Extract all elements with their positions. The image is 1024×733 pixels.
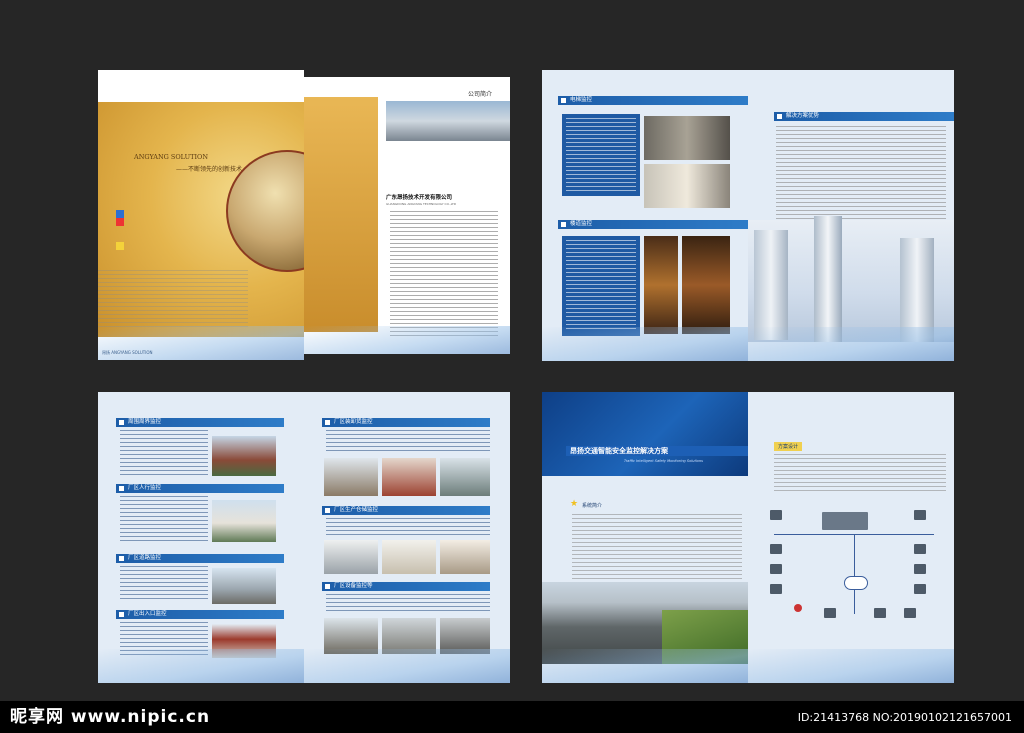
factory-right-page: 厂区装卸货监控 厂区生产仓储监控 厂区设备监控等 [304,392,510,683]
footer-wave [304,326,510,354]
footer-text: 昂扬 ANGYANG SOLUTION [102,350,153,355]
camera-node [770,564,782,574]
camera-node [914,544,926,554]
cover-left-page: ANGYANG SOLUTION ——不断领先的创新技术 昂扬 ANGYANG … [98,70,304,360]
company-name: 广东昂扬技术开发有限公司 [386,195,453,201]
perimeter-photo [212,436,276,476]
system-title: 系统简介 [582,503,603,509]
brand-en: ANGYANG SOLUTION [134,153,209,161]
watermark-id: ID:21413768 NO:20190102121657001 [797,711,1012,724]
elevator-text [566,118,636,192]
terminal-node [904,608,916,618]
tower-2 [814,216,842,342]
elevator-photo [644,116,730,160]
entrance-title: 厂区出入口监控 [116,610,284,619]
banner-subtitle: Traffic Intelligent Safety Monitoring So… [624,459,703,463]
road-photo [212,568,276,604]
footer-wave [98,649,304,683]
control-center [822,512,868,530]
traffic-right-page: 方案设计 [748,392,954,683]
vertical-line [854,534,855,614]
perimeter-text [120,430,208,476]
watermark-bar: 昵享网 www.nipic.cn ID:21413768 NO:20190102… [0,701,1024,733]
star-icon: ★ [570,499,579,509]
solution-section-title: 解决方案优势 [774,112,954,121]
camera-node [770,544,782,554]
loading-photo-2 [382,458,436,496]
banner-title: 昂扬交通智能安全监控解决方案 [566,446,748,456]
watermark-logo: 昵享网 www.nipic.cn [10,707,211,727]
factory-left-page: 周围周界监控 厂区人行监控 厂区道路监控 厂区出入口监控 [98,392,304,683]
intro-left-panel [304,97,378,332]
storage-photo-1 [324,540,378,574]
storage-title: 厂区生产仓储监控 [322,506,490,515]
section-title: 公司简介 [467,91,492,98]
footer-wave [542,327,748,361]
footer-wave [748,649,954,683]
company-name-en: GUANGDONG ANGYANG TECHNOLOGY CO.,LTD [386,202,457,206]
loading-photo-3 [440,458,490,496]
camera-node [770,584,782,594]
storage-text [326,518,490,536]
elevator-page: 电梯监控 楼道监控 [542,70,748,361]
corridor-section-title: 楼道监控 [558,220,748,229]
road-text [120,566,208,602]
intro-body-text [390,211,498,339]
loading-text [326,430,490,454]
camera-node [770,510,782,520]
loading-photo-1 [324,458,378,496]
system-text [572,514,742,580]
road-title: 厂区道路监控 [116,554,284,563]
terminal-node [824,608,836,618]
terminal-node [874,608,886,618]
newspaper-texture [98,270,248,330]
corridor-photo-1 [644,236,678,334]
slogan: ——不断领先的创新技术 [176,166,243,173]
storage-photo-3 [440,540,490,574]
corridor-text [566,240,636,332]
pedestrian-text [120,496,208,542]
pedestrian-title: 厂区人行监控 [116,484,284,493]
traffic-banner [542,392,748,476]
equipment-text [326,594,490,612]
tower-1 [754,230,788,340]
design-text [774,454,946,492]
camera-node [914,510,926,520]
solution-page: 解决方案优势 [748,70,954,361]
equipment-title: 厂区设备监控等 [322,582,490,591]
camera-node [914,584,926,594]
building-photo [386,101,510,141]
design-title: 方案设计 [774,442,803,451]
traffic-left-page: 昂扬交通智能安全监控解决方案 Traffic Intelligent Safet… [542,392,748,683]
alarm-icon [794,604,802,612]
storage-photo-2 [382,540,436,574]
footer-wave [542,649,748,683]
camera-node [914,564,926,574]
elevator-section-title: 电梯监控 [558,96,748,105]
perimeter-title: 周围周界监控 [116,418,284,427]
solution-bullets [776,126,946,226]
intro-right-page: 公司简介 广东昂扬技术开发有限公司 GUANGDONG ANGYANG TECH… [304,77,510,354]
loading-title: 厂区装卸货监控 [322,418,490,427]
network-diagram [764,504,944,630]
color-squares [116,210,124,250]
pedestrian-photo [212,500,276,542]
lobby-photo [644,164,730,208]
corridor-photo-2 [682,236,730,334]
footer-wave [304,649,510,683]
footer-wave [748,327,954,361]
network-cloud-icon [844,576,868,590]
